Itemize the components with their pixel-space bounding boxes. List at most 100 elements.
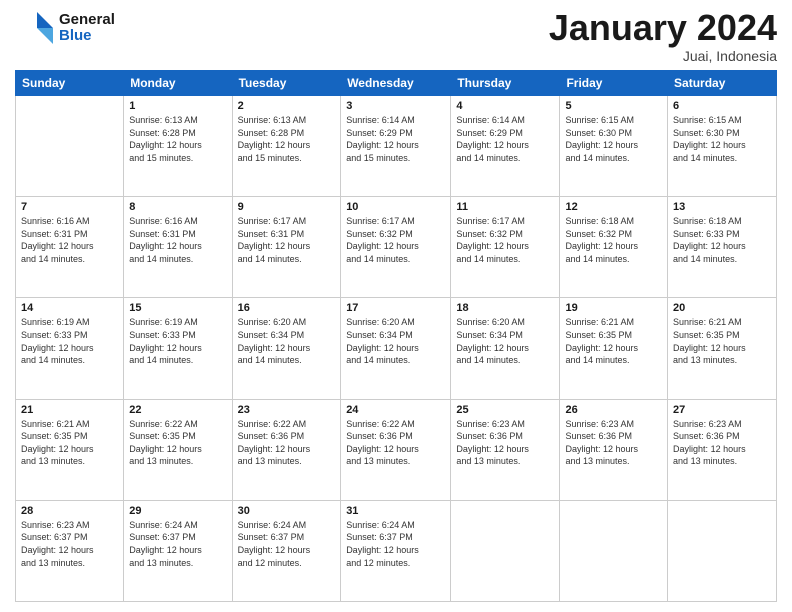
day-number: 28 [21,505,118,517]
calendar-cell: 3 Sunrise: 6:14 AMSunset: 6:29 PMDaylight… [341,96,451,197]
day-info: Sunrise: 6:21 AMSunset: 6:35 PMDaylight:… [21,418,118,468]
month-title: January 2024 [549,10,777,46]
calendar-cell: 8Sunrise: 6:16 AMSunset: 6:31 PMDaylight… [124,197,232,298]
day-info: Sunrise: 6:15 AMSunset: 6:30 PMDaylight:… [565,114,662,164]
day-info: Sunrise: 6:17 AMSunset: 6:32 PMDaylight:… [456,215,554,265]
calendar-cell: 19 Sunrise: 6:21 AMSunset: 6:35 PMDayligh… [560,298,668,399]
day-number: 6 [673,100,771,112]
day-number: 17 [346,302,445,314]
calendar-cell [451,500,560,601]
day-info: Sunrise: 6:19 AMSunset: 6:33 PMDaylight:… [21,316,118,366]
day-number: 4 [456,100,554,112]
calendar-cell: 28Sunrise: 6:23 AMSunset: 6:37 PMDayligh… [16,500,124,601]
day-number: 22 [129,404,226,416]
day-info: Sunrise: 6:14 AMSunset: 6:29 PMDaylight:… [346,114,445,164]
day-number: 24 [346,404,445,416]
calendar-cell: 11 Sunrise: 6:17 AMSunset: 6:32 PMDayligh… [451,197,560,298]
calendar-cell: 7Sunrise: 6:16 AMSunset: 6:31 PMDaylight… [16,197,124,298]
day-info: Sunrise: 6:18 AMSunset: 6:33 PMDaylight:… [673,215,771,265]
day-info: Sunrise: 6:19 AMSunset: 6:33 PMDaylight:… [129,316,226,366]
calendar-week-row: 28Sunrise: 6:23 AMSunset: 6:37 PMDayligh… [16,500,777,601]
col-header-sunday: Sunday [16,71,124,96]
day-number: 3 [346,100,445,112]
calendar-cell: 30 Sunrise: 6:24 AMSunset: 6:37 PMDayligh… [232,500,341,601]
calendar-cell: 20Sunrise: 6:21 AMSunset: 6:35 PMDayligh… [668,298,777,399]
day-info: Sunrise: 6:16 AMSunset: 6:31 PMDaylight:… [21,215,118,265]
day-info: Sunrise: 6:22 AMSunset: 6:36 PMDaylight:… [238,418,336,468]
day-info: Sunrise: 6:24 AMSunset: 6:37 PMDaylight:… [346,519,445,569]
day-number: 27 [673,404,771,416]
day-info: Sunrise: 6:20 AMSunset: 6:34 PMDaylight:… [238,316,336,366]
calendar-cell: 12Sunrise: 6:18 AMSunset: 6:32 PMDayligh… [560,197,668,298]
calendar-week-row: 14 Sunrise: 6:19 AMSunset: 6:33 PMDayligh… [16,298,777,399]
calendar-table: SundayMondayTuesdayWednesdayThursdayFrid… [15,70,777,602]
day-number: 21 [21,404,118,416]
col-header-thursday: Thursday [451,71,560,96]
calendar-cell: 4 Sunrise: 6:14 AMSunset: 6:29 PMDaylight… [451,96,560,197]
calendar-cell: 6 Sunrise: 6:15 AMSunset: 6:30 PMDaylight… [668,96,777,197]
day-number: 16 [238,302,336,314]
day-info: Sunrise: 6:16 AMSunset: 6:31 PMDaylight:… [129,215,226,265]
calendar-cell: 18 Sunrise: 6:20 AMSunset: 6:34 PMDayligh… [451,298,560,399]
day-info: Sunrise: 6:20 AMSunset: 6:34 PMDaylight:… [346,316,445,366]
day-info: Sunrise: 6:23 AMSunset: 6:36 PMDaylight:… [565,418,662,468]
calendar-cell: 2 Sunrise: 6:13 AMSunset: 6:28 PMDaylight… [232,96,341,197]
calendar-week-row: 1 Sunrise: 6:13 AMSunset: 6:28 PMDaylight… [16,96,777,197]
day-info: Sunrise: 6:23 AMSunset: 6:36 PMDaylight:… [673,418,771,468]
day-info: Sunrise: 6:13 AMSunset: 6:28 PMDaylight:… [238,114,336,164]
calendar-cell: 21 Sunrise: 6:21 AMSunset: 6:35 PMDayligh… [16,399,124,500]
calendar-cell [560,500,668,601]
day-number: 20 [673,302,771,314]
day-number: 1 [129,100,226,112]
calendar-week-row: 21 Sunrise: 6:21 AMSunset: 6:35 PMDayligh… [16,399,777,500]
col-header-wednesday: Wednesday [341,71,451,96]
calendar-cell: 9 Sunrise: 6:17 AMSunset: 6:31 PMDaylight… [232,197,341,298]
col-header-tuesday: Tuesday [232,71,341,96]
day-number: 29 [129,505,226,517]
col-header-monday: Monday [124,71,232,96]
day-number: 2 [238,100,336,112]
page: GeneralBlue January 2024 Juai, Indonesia… [0,0,792,612]
calendar-week-row: 7Sunrise: 6:16 AMSunset: 6:31 PMDaylight… [16,197,777,298]
day-info: Sunrise: 6:24 AMSunset: 6:37 PMDaylight:… [238,519,336,569]
calendar-cell: 17 Sunrise: 6:20 AMSunset: 6:34 PMDayligh… [341,298,451,399]
calendar-cell: 31 Sunrise: 6:24 AMSunset: 6:37 PMDayligh… [341,500,451,601]
calendar-cell: 13 Sunrise: 6:18 AMSunset: 6:33 PMDayligh… [668,197,777,298]
day-info: Sunrise: 6:20 AMSunset: 6:34 PMDaylight:… [456,316,554,366]
calendar-cell: 29 Sunrise: 6:24 AMSunset: 6:37 PMDayligh… [124,500,232,601]
calendar-cell [16,96,124,197]
calendar-cell: 1 Sunrise: 6:13 AMSunset: 6:28 PMDaylight… [124,96,232,197]
logo-general-text: General [59,12,115,29]
day-number: 13 [673,201,771,213]
day-number: 30 [238,505,336,517]
day-info: Sunrise: 6:23 AMSunset: 6:36 PMDaylight:… [456,418,554,468]
title-block: January 2024 Juai, Indonesia [549,10,777,64]
day-info: Sunrise: 6:24 AMSunset: 6:37 PMDaylight:… [129,519,226,569]
day-number: 9 [238,201,336,213]
day-info: Sunrise: 6:15 AMSunset: 6:30 PMDaylight:… [673,114,771,164]
day-number: 15 [129,302,226,314]
day-number: 19 [565,302,662,314]
day-number: 25 [456,404,554,416]
calendar-cell: 24Sunrise: 6:22 AMSunset: 6:36 PMDayligh… [341,399,451,500]
day-info: Sunrise: 6:14 AMSunset: 6:29 PMDaylight:… [456,114,554,164]
day-number: 23 [238,404,336,416]
header: GeneralBlue January 2024 Juai, Indonesia [15,10,777,64]
day-info: Sunrise: 6:17 AMSunset: 6:31 PMDaylight:… [238,215,336,265]
calendar-header-row: SundayMondayTuesdayWednesdayThursdayFrid… [16,71,777,96]
day-number: 11 [456,201,554,213]
calendar-cell: 22Sunrise: 6:22 AMSunset: 6:35 PMDayligh… [124,399,232,500]
calendar-cell [668,500,777,601]
col-header-friday: Friday [560,71,668,96]
calendar-cell: 27 Sunrise: 6:23 AMSunset: 6:36 PMDayligh… [668,399,777,500]
day-info: Sunrise: 6:18 AMSunset: 6:32 PMDaylight:… [565,215,662,265]
day-info: Sunrise: 6:17 AMSunset: 6:32 PMDaylight:… [346,215,445,265]
day-number: 18 [456,302,554,314]
day-info: Sunrise: 6:13 AMSunset: 6:28 PMDaylight:… [129,114,226,164]
day-number: 14 [21,302,118,314]
day-info: Sunrise: 6:21 AMSunset: 6:35 PMDaylight:… [565,316,662,366]
day-number: 26 [565,404,662,416]
day-number: 31 [346,505,445,517]
calendar-cell: 25 Sunrise: 6:23 AMSunset: 6:36 PMDayligh… [451,399,560,500]
logo: GeneralBlue [15,10,115,46]
